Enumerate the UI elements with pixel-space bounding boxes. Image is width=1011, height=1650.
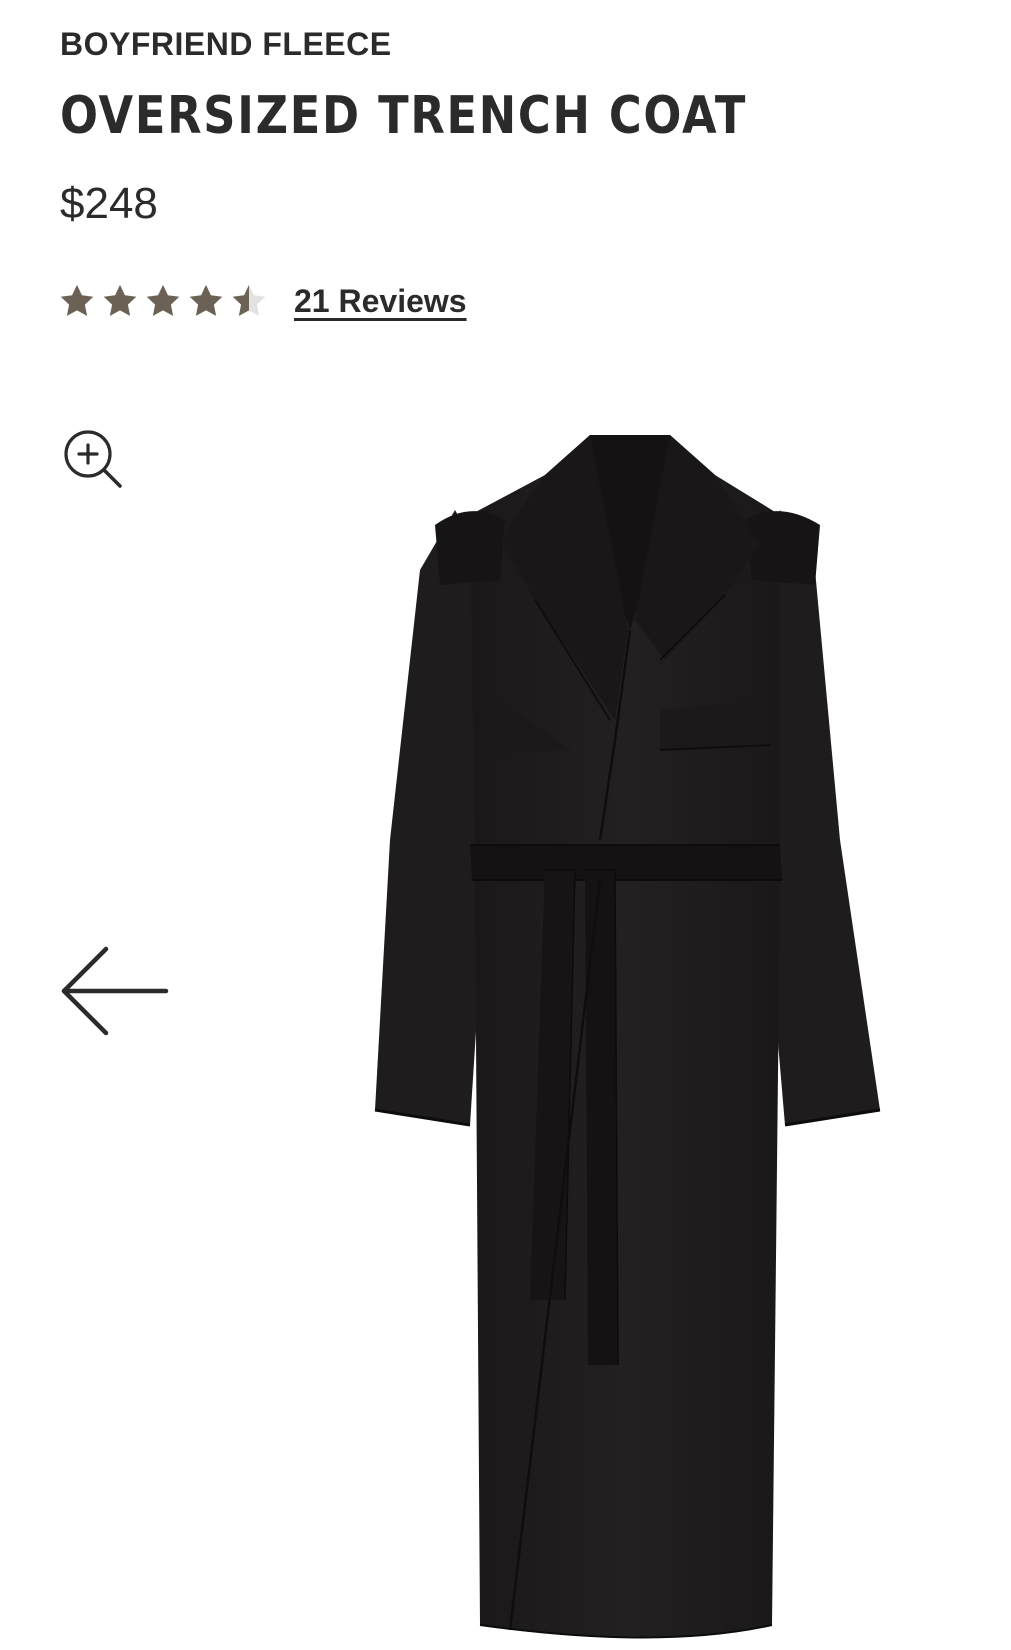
star-icon: [189, 284, 223, 316]
star-icon: [103, 284, 137, 316]
star-rating: [58, 282, 268, 320]
coat-belt: [470, 845, 782, 880]
star-icon: [146, 284, 180, 316]
star-icon: [60, 284, 94, 316]
reviews-link[interactable]: 21 Reviews: [294, 283, 467, 320]
product-title: OVERSIZED TRENCH COAT: [60, 86, 748, 146]
product-image[interactable]: [360, 420, 900, 1650]
product-price: $248: [60, 179, 158, 228]
product-brand: BOYFRIEND FLEECE: [60, 26, 392, 62]
half-star-icon: [232, 284, 266, 316]
arrow-left-icon[interactable]: [58, 945, 170, 1037]
rating-row: 21 Reviews: [58, 278, 467, 324]
zoom-in-icon[interactable]: [60, 426, 124, 490]
